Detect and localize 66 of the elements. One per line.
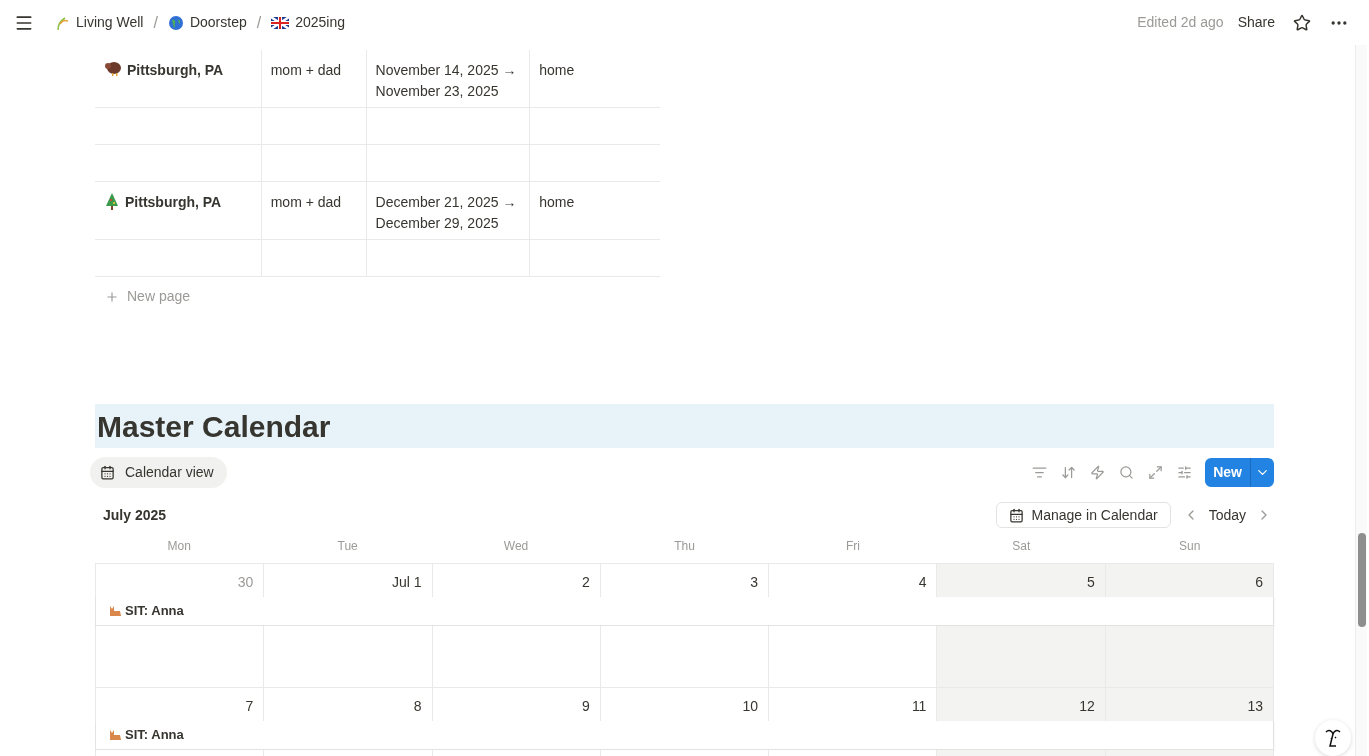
weekday-label: Fri [844, 538, 861, 555]
weekday-label: Sat [1011, 538, 1032, 555]
new-button[interactable]: New [1205, 458, 1274, 487]
cell-text: mom + dad [270, 193, 342, 212]
day-number: 11 [911, 697, 927, 714]
day-number: 9 [582, 697, 590, 714]
flag-icon [271, 16, 290, 29]
calendar-view-tab[interactable]: Calendar view [90, 457, 227, 488]
scrollbar[interactable] [1355, 45, 1367, 756]
day-number: 2 [582, 573, 590, 590]
weekday-label: Thu [673, 538, 696, 555]
cell-text: home [539, 61, 575, 80]
calendar-event[interactable]: SIT: Anna [96, 721, 1274, 750]
day-number: 4 [918, 573, 927, 590]
help-button[interactable] [1315, 720, 1351, 756]
day-number: 10 [742, 697, 759, 714]
cell-text: December 21, 2025 → December 29, 2025 [375, 193, 518, 233]
day-number: 6 [1255, 573, 1263, 590]
calendar-heading: Master Calendar [97, 408, 331, 445]
today-button[interactable]: Today [1198, 504, 1256, 526]
share-button[interactable]: Share [1237, 12, 1275, 33]
face-doodle-icon [1324, 728, 1342, 748]
cell-text: mom + dad [270, 61, 342, 80]
breadcrumb-separator: / [153, 12, 158, 33]
cell-text: Pittsburgh, PA [125, 193, 222, 212]
cell-text: home [539, 193, 575, 212]
lightning-icon[interactable] [1090, 465, 1106, 480]
turkey-icon [104, 60, 122, 76]
sprout-icon [54, 14, 70, 31]
breadcrumb-link[interactable]: Living Well [52, 12, 146, 33]
day-number: Jul 1 [392, 573, 422, 590]
day-number: 12 [1079, 697, 1095, 714]
calendar-icon [100, 465, 115, 480]
breadcrumb-separator: / [256, 12, 262, 33]
day-number: 30 [237, 573, 254, 590]
sort-icon[interactable] [1061, 465, 1077, 480]
day-number: 7 [245, 697, 254, 714]
manage-calendar-button[interactable]: Manage in Calendar [995, 502, 1171, 528]
weekday-label: Sun [1178, 538, 1202, 555]
day-number: 5 [1086, 573, 1095, 590]
search-icon[interactable] [1119, 465, 1135, 480]
breadcrumb-link[interactable]: 2025ing [269, 12, 347, 33]
weekday-label: Tue [336, 538, 359, 555]
day-number: 3 [750, 573, 759, 590]
cell-text: Pittsburgh, PA [127, 61, 224, 80]
weekday-label: Wed [502, 538, 530, 555]
calendar-day[interactable]: 5 [937, 564, 1106, 597]
edited-label: Edited 2d ago [1137, 13, 1224, 32]
settings-icon[interactable] [1177, 465, 1193, 480]
month-title: July 2025 [103, 505, 167, 525]
weekday-label: Mon [166, 538, 192, 555]
expand-icon[interactable] [1148, 465, 1164, 480]
calendar-day[interactable]: 13 [1105, 688, 1274, 721]
star-icon[interactable] [1293, 13, 1311, 32]
plus-icon [105, 289, 119, 304]
filter-icon[interactable] [1032, 465, 1048, 480]
calendar-day[interactable]: 6 [1105, 564, 1274, 597]
calendar-icon [1008, 507, 1024, 523]
day-number: 8 [413, 697, 422, 714]
day-number: 13 [1247, 697, 1263, 714]
calendar-event[interactable]: SIT: Anna [96, 597, 1274, 626]
globe-icon [167, 14, 184, 31]
tree-icon [104, 192, 120, 210]
calendar-day[interactable]: 12 [937, 688, 1106, 721]
cell-text: November 14, 2025 → November 23, 2025 [375, 61, 518, 101]
breadcrumb-link[interactable]: Doorstep [165, 12, 249, 33]
